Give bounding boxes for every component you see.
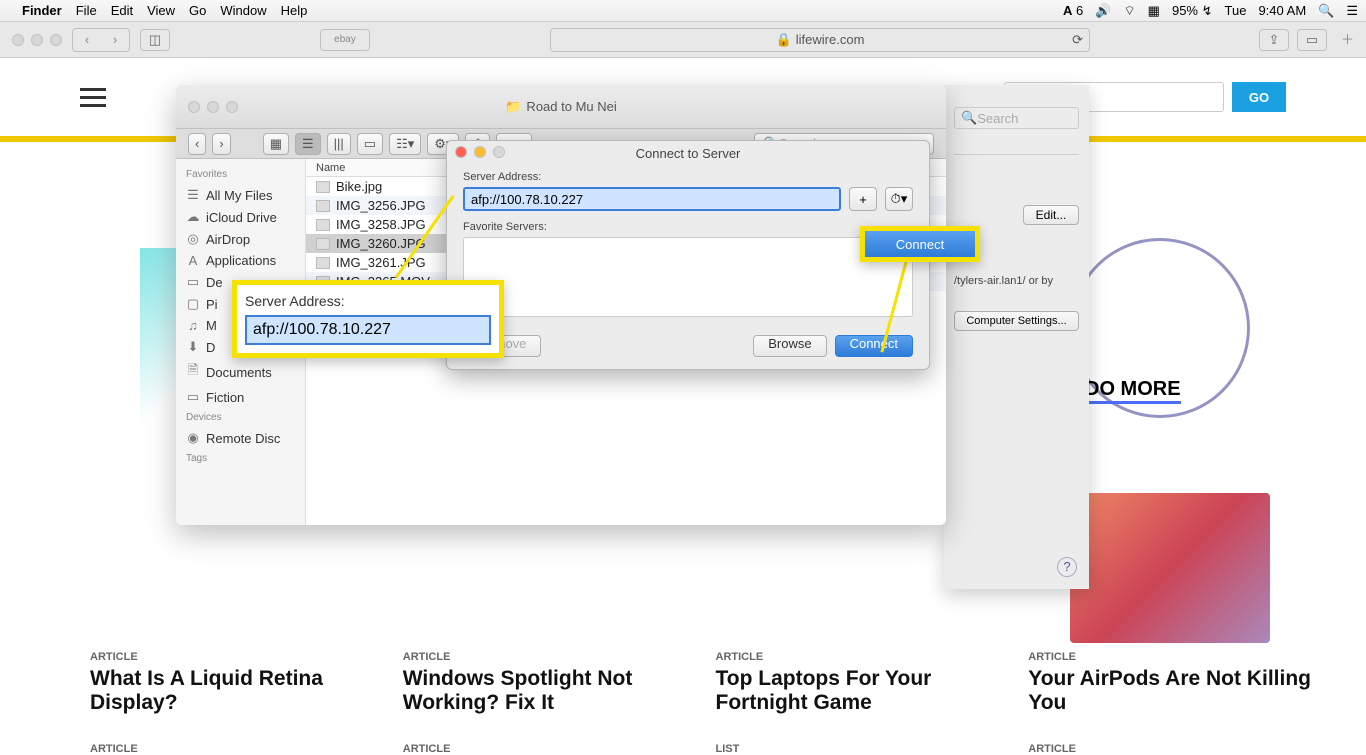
tags-section-label: Tags (176, 449, 305, 468)
connect-title: Connect to Server (636, 146, 741, 161)
sidebar-applications[interactable]: AApplications (176, 250, 305, 271)
server-address-input[interactable] (463, 187, 841, 211)
site-search-go-button[interactable]: GO (1232, 82, 1286, 112)
wifi-icon[interactable]: ⌔ (1123, 3, 1135, 19)
browse-button[interactable]: Browse (753, 335, 826, 357)
clock-day[interactable]: Tue (1225, 3, 1247, 18)
finder-back-button[interactable]: ‹ (188, 133, 206, 155)
favorite-servers-label: Favorite Servers: (463, 221, 913, 233)
sidebar-icloud[interactable]: ☁iCloud Drive (176, 206, 305, 228)
server-address-label: Server Address: (463, 171, 913, 183)
edit-button[interactable]: Edit... (1023, 205, 1079, 225)
forward-icon[interactable]: › (101, 29, 129, 51)
sidebar-toggle-icon[interactable]: ◫ (140, 29, 170, 51)
decorative-illustration (1070, 493, 1270, 643)
do-more-heading: DO MORE (1085, 378, 1181, 404)
window-controls[interactable] (12, 34, 62, 46)
gallery-view-button[interactable]: ▭ (357, 133, 383, 155)
window-menu[interactable]: Window (220, 3, 266, 18)
battery-status[interactable]: 95% ↯ (1172, 3, 1213, 19)
sidebar-remote-disc[interactable]: ◉Remote Disc (176, 427, 305, 449)
adobe-icon[interactable]: A 6 (1063, 3, 1083, 18)
back-icon[interactable]: ‹ (73, 29, 101, 51)
finder-title: Road to Mu Nei (526, 99, 616, 114)
file-menu[interactable]: File (76, 3, 97, 18)
file-icon (316, 219, 330, 231)
spotlight-icon[interactable]: 🔍 (1318, 3, 1334, 19)
server-address-callout: Server Address: afp://100.78.10.227 (232, 280, 504, 358)
favorites-section-label: Favorites (176, 165, 305, 184)
finder-titlebar: 📁 Road to Mu Nei (176, 85, 946, 129)
article-card[interactable]: ARTICLE Top Laptops For Your Fortnight G… (716, 651, 1004, 755)
connect-window-controls[interactable] (455, 146, 505, 158)
arrange-button[interactable]: ☷▾ (389, 133, 421, 155)
column-view-button[interactable]: ||| (327, 133, 351, 155)
hamburger-icon[interactable] (80, 88, 106, 107)
favorite-servers-list[interactable] (463, 237, 913, 317)
help-menu[interactable]: Help (281, 3, 308, 18)
reload-icon[interactable]: ⟳ (1072, 32, 1083, 48)
sidebar-airdrop[interactable]: ◎AirDrop (176, 228, 305, 250)
control-center-icon[interactable]: ▦ (1148, 3, 1160, 19)
clock-time[interactable]: 9:40 AM (1258, 3, 1306, 18)
connect-callout: Connect (860, 226, 980, 262)
notification-icon[interactable]: ☰ (1346, 3, 1358, 19)
help-icon[interactable]: ? (1057, 557, 1077, 577)
file-icon (316, 181, 330, 193)
finder-forward-button[interactable]: › (212, 133, 230, 155)
sharing-sheet: 🔍 Search Edit... /tylers-air.lan1/ or by… (944, 85, 1089, 589)
article-card[interactable]: ARTICLE Your AirPods Are Not Killing You… (1028, 651, 1316, 755)
address-bar[interactable]: 🔒 lifewire.com ⟳ (550, 28, 1090, 52)
sheet-search-input[interactable]: 🔍 Search (954, 107, 1079, 129)
nav-back-forward[interactable]: ‹ › (72, 28, 130, 52)
ebay-favicon[interactable]: ebay (320, 29, 370, 51)
connect-button[interactable]: Connect (835, 335, 913, 357)
article-card[interactable]: ARTICLE Windows Spotlight Not Working? F… (403, 651, 691, 755)
list-view-button[interactable]: ☰ (295, 133, 321, 155)
sidebar-documents[interactable]: 🗎Documents (176, 358, 305, 386)
sidebar-all-my-files[interactable]: ☰All My Files (176, 184, 305, 206)
safari-toolbar: ‹ › ◫ ebay 🔒 lifewire.com ⟳ ⇪ ▭ ＋ (0, 22, 1366, 58)
edit-menu[interactable]: Edit (111, 3, 133, 18)
article-card[interactable]: ARTICLE What Is A Liquid Retina Display?… (90, 651, 378, 755)
devices-section-label: Devices (176, 408, 305, 427)
finder-window-controls[interactable] (188, 101, 238, 113)
macos-menubar: Finder File Edit View Go Window Help A 6… (0, 0, 1366, 22)
file-icon (316, 238, 330, 250)
add-favorite-button[interactable]: + (849, 187, 877, 211)
volume-icon[interactable]: 🔊 (1095, 3, 1111, 19)
sheet-text: /tylers-air.lan1/ or by (944, 275, 1089, 287)
lock-icon: 🔒 (776, 32, 792, 48)
computer-settings-button[interactable]: Computer Settings... (954, 311, 1079, 331)
new-tab-icon[interactable]: ＋ (1341, 29, 1354, 51)
sidebar-fiction[interactable]: ▭Fiction (176, 386, 305, 408)
callout-label: Server Address: (245, 293, 491, 309)
history-button[interactable]: ⏱▾ (885, 187, 913, 211)
folder-icon: 📁 (505, 99, 521, 115)
connect-to-server-dialog: Connect to Server Server Address: + ⏱▾ F… (446, 140, 930, 370)
icon-view-button[interactable]: ▦ (263, 133, 289, 155)
tabs-icon[interactable]: ▭ (1297, 29, 1327, 51)
view-menu[interactable]: View (147, 3, 175, 18)
file-icon (316, 257, 330, 269)
share-icon[interactable]: ⇪ (1259, 29, 1289, 51)
url-text: lifewire.com (796, 32, 865, 47)
go-menu[interactable]: Go (189, 3, 206, 18)
callout-input: afp://100.78.10.227 (245, 315, 491, 345)
connect-titlebar: Connect to Server (447, 141, 929, 165)
app-menu[interactable]: Finder (22, 3, 62, 18)
file-icon (316, 200, 330, 212)
